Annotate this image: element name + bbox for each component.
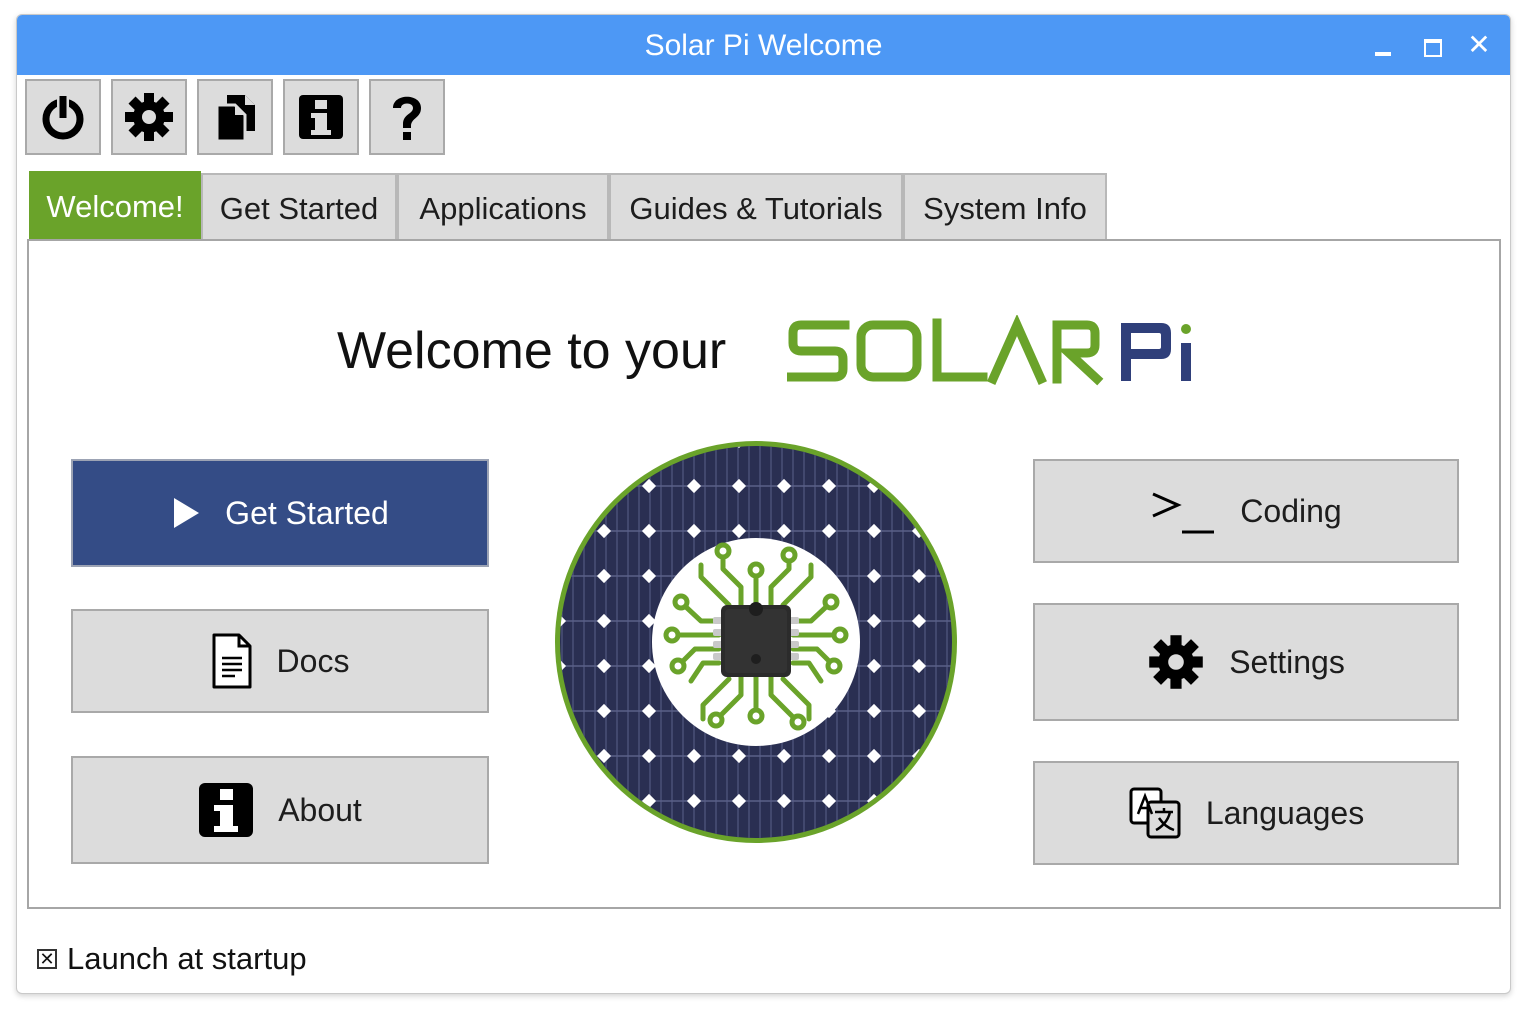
cell-junction-dot	[560, 446, 567, 449]
translate-icon	[1128, 786, 1182, 840]
launch-at-startup-label: Launch at startup	[67, 941, 307, 976]
help-icon	[393, 96, 421, 140]
settings-button[interactable]: Settings	[1033, 603, 1459, 721]
launch-at-startup[interactable]: ✕ Launch at startup	[37, 937, 307, 981]
cell-junction-dot	[957, 437, 961, 448]
cell-junction-dot	[560, 793, 567, 809]
help-toolbar-button[interactable]	[369, 79, 445, 155]
cell-junction-dot	[596, 793, 612, 809]
tab-welcome[interactable]: Welcome!	[29, 171, 201, 243]
play-icon	[171, 496, 201, 530]
cell-junction-dot	[957, 794, 961, 808]
documents-icon	[215, 95, 255, 143]
window-title: Solar Pi Welcome	[644, 29, 883, 62]
cell-junction-dot	[560, 703, 567, 719]
tab-system-info[interactable]: System Info	[903, 173, 1107, 241]
cell-junction-dot	[560, 568, 567, 584]
cell-junction-dot	[687, 839, 701, 847]
terminal-icon	[1150, 486, 1216, 536]
docs-button[interactable]: Docs	[71, 609, 489, 713]
languages-button[interactable]: Languages	[1033, 761, 1459, 865]
welcome-heading: Welcome to your	[29, 301, 1499, 401]
minimize-button[interactable]	[1366, 29, 1400, 61]
cell-junction-dot	[641, 446, 657, 449]
title-bar[interactable]: Solar Pi Welcome ✕	[17, 15, 1510, 75]
cell-junction-dot	[957, 479, 961, 493]
gear-icon	[125, 93, 173, 141]
close-button[interactable]: ✕	[1462, 29, 1496, 61]
cell-junction-dot	[560, 523, 567, 539]
coding-label: Coding	[1240, 492, 1342, 529]
tab-get-started[interactable]: Get Started	[201, 173, 397, 241]
cell-junction-dot	[912, 839, 926, 847]
cell-junction-dot	[596, 446, 612, 449]
cell-junction-dot	[911, 793, 927, 809]
cell-junction-dot	[957, 569, 961, 583]
info-icon	[198, 782, 254, 838]
about-label: About	[278, 791, 362, 828]
launch-at-startup-checkbox[interactable]: ✕	[37, 949, 57, 969]
gear-icon	[1147, 633, 1205, 691]
cell-junction-dot	[822, 839, 836, 847]
cell-junction-dot	[552, 839, 566, 847]
settings-toolbar-button[interactable]	[111, 79, 187, 155]
cell-junction-dot	[957, 659, 961, 673]
docs-label: Docs	[276, 642, 350, 679]
tab-applications[interactable]: Applications	[397, 173, 609, 241]
cell-junction-dot	[642, 839, 656, 847]
cell-junction-dot	[597, 839, 611, 847]
languages-label: Languages	[1205, 794, 1365, 831]
settings-label: Settings	[1229, 643, 1345, 680]
cell-junction-dot	[957, 704, 961, 718]
cell-junction-dot	[957, 749, 961, 763]
cell-junction-dot	[686, 446, 702, 449]
get-started-label: Get Started	[225, 494, 389, 531]
get-started-button[interactable]: Get Started	[71, 459, 489, 567]
power-button[interactable]	[25, 79, 101, 155]
tab-guides-tutorials[interactable]: Guides & Tutorials	[609, 173, 903, 241]
cell-junction-dot	[911, 478, 927, 494]
cell-junction-dot	[560, 478, 567, 494]
coding-button[interactable]: Coding	[1033, 459, 1459, 563]
info-icon	[299, 95, 343, 139]
documents-toolbar-button[interactable]	[197, 79, 273, 155]
welcome-text: Welcome to your	[337, 322, 727, 380]
cell-junction-dot	[560, 748, 567, 764]
cell-junction-dot	[911, 446, 927, 449]
welcome-panel: Welcome to your Get Started Docs About C…	[27, 239, 1501, 909]
cell-junction-dot	[957, 614, 961, 628]
cell-junction-dot	[957, 839, 961, 847]
maximize-button[interactable]	[1414, 29, 1448, 61]
document-icon	[211, 632, 253, 690]
power-icon	[42, 95, 84, 140]
cell-junction-dot	[821, 446, 837, 449]
cell-junction-dot	[866, 446, 882, 449]
cell-junction-dot	[957, 524, 961, 538]
app-window: Solar Pi Welcome ✕ Welcome! Get Started …	[16, 14, 1511, 994]
cell-junction-dot	[596, 478, 612, 494]
solar-pi-logo	[787, 315, 1191, 386]
about-button[interactable]: About	[71, 756, 489, 864]
solar-pi-emblem	[552, 437, 961, 847]
info-toolbar-button[interactable]	[283, 79, 359, 155]
cell-junction-dot	[867, 839, 881, 847]
